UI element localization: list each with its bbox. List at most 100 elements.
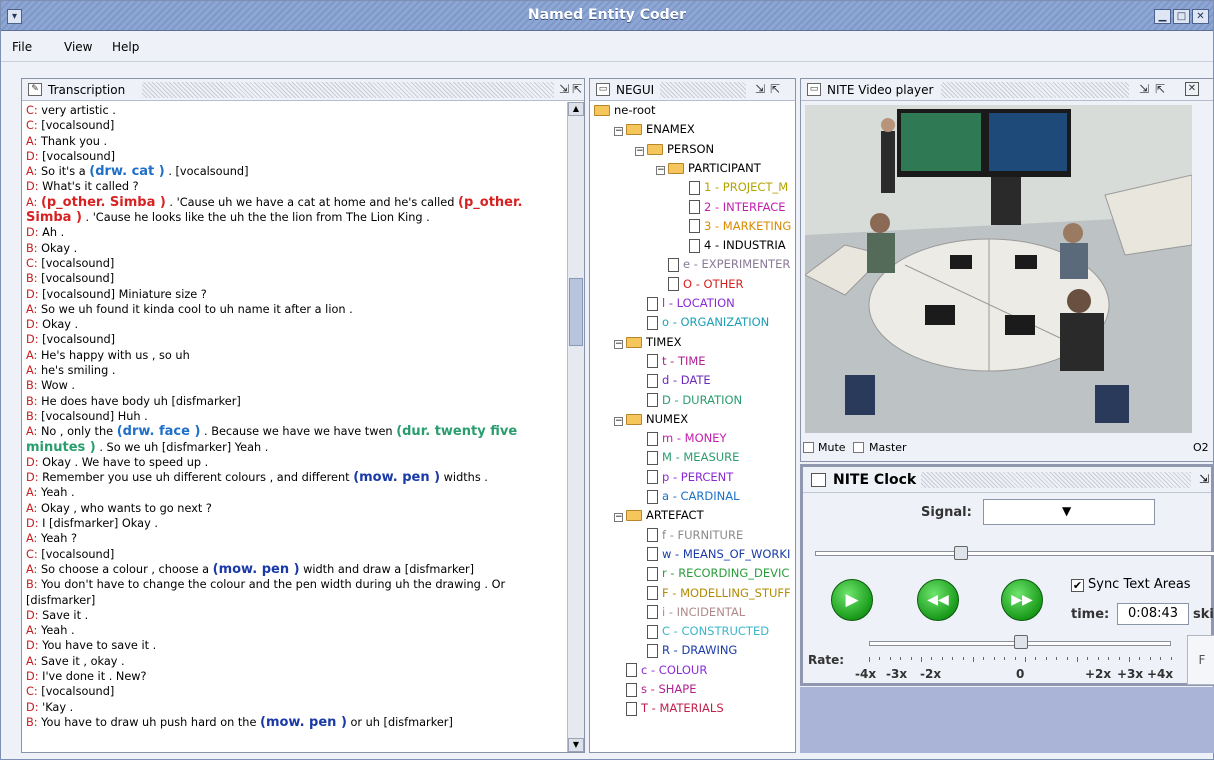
transcript-line[interactable]: D: Okay . We have to speed up . xyxy=(26,455,584,470)
transcript-line[interactable]: A: he's smiling . xyxy=(26,363,584,378)
tree-node[interactable]: r - RECORDING_DEVIC xyxy=(647,566,789,585)
undock-icon[interactable]: ⇲ xyxy=(755,82,765,96)
entity-tag[interactable]: (dur. twenty five xyxy=(396,424,517,439)
tree-node[interactable]: 2 - INTERFACE xyxy=(689,200,786,219)
menu-view[interactable]: View xyxy=(64,40,92,54)
tree-node[interactable]: o - ORGANIZATION xyxy=(647,315,769,334)
scroll-thumb[interactable] xyxy=(569,278,583,346)
entity-tag[interactable]: (drw. face ) xyxy=(117,424,201,439)
tree-node[interactable]: s - SHAPE xyxy=(626,682,696,701)
tree-node[interactable]: 3 - MARKETING xyxy=(689,219,791,238)
transcript-line[interactable]: minutes ) . So we uh [disfmarker] Yeah . xyxy=(26,440,584,455)
maximize-panel-icon[interactable]: ⇱ xyxy=(572,82,582,96)
tree-node[interactable]: w - MEANS_OF_WORKI xyxy=(647,547,790,566)
transcript-line[interactable]: C: [vocalsound] xyxy=(26,547,584,562)
transcript-line[interactable]: A: So choose a colour , choose a (mow. p… xyxy=(26,562,584,577)
tree-node[interactable]: e - EXPERIMENTER xyxy=(668,257,790,276)
transcription-text[interactable]: C: very artistic . C: [vocalsound] A: Than… xyxy=(26,103,584,743)
tree-node[interactable]: a - CARDINAL xyxy=(647,489,740,508)
position-slider-knob[interactable] xyxy=(954,546,968,560)
tree-node[interactable]: ENAMEX xyxy=(626,122,695,141)
transcript-line[interactable]: B: He does have body uh [disfmarker] xyxy=(26,394,584,409)
transcript-line[interactable]: C: [vocalsound] xyxy=(26,118,584,133)
tree-node[interactable]: NUMEX xyxy=(626,412,688,431)
tree-node[interactable]: f - FURNITURE xyxy=(647,528,743,547)
tree-node[interactable]: D - DURATION xyxy=(647,393,742,412)
transcript-line[interactable]: D: I [disfmarker] Okay . xyxy=(26,516,584,531)
tree-node[interactable]: d - DATE xyxy=(647,373,711,392)
transcript-line[interactable]: A: Thank you . xyxy=(26,134,584,149)
transcript-line[interactable]: Simba ) . 'Cause he looks like the uh th… xyxy=(26,210,584,225)
tree-node[interactable]: O - OTHER xyxy=(668,277,744,296)
transcript-line[interactable]: D: [vocalsound] xyxy=(26,332,584,347)
tree-node[interactable]: p - PERCENT xyxy=(647,470,733,489)
tree-node[interactable]: ne-root xyxy=(594,103,656,122)
scroll-up-icon[interactable]: ▲ xyxy=(568,102,584,116)
undock-icon[interactable]: ⇲ xyxy=(559,82,569,96)
tree-node[interactable]: m - MONEY xyxy=(647,431,727,450)
tree-toggle-icon[interactable]: − xyxy=(614,416,623,426)
maximize-panel-icon[interactable]: ⇱ xyxy=(1155,82,1165,96)
transcript-line[interactable]: D: [vocalsound] Miniature size ? xyxy=(26,287,584,302)
transcript-line[interactable]: A: So it's a (drw. cat ) . [vocalsound] xyxy=(26,164,584,179)
tree-node[interactable]: PARTICIPANT xyxy=(668,161,761,180)
tree-node[interactable]: ARTEFACT xyxy=(626,508,704,527)
undock-icon[interactable]: ⇲ xyxy=(1139,82,1149,96)
tree-node[interactable]: T - MATERIALS xyxy=(626,701,724,720)
tree-toggle-icon[interactable]: − xyxy=(614,127,623,137)
sync-checkbox[interactable]: ✔ xyxy=(1071,579,1084,592)
master-checkbox[interactable] xyxy=(853,442,864,453)
title-bar[interactable]: ▾ Named Entity Coder ▁ □ ✕ xyxy=(1,1,1213,31)
transcript-line[interactable]: A: So we uh found it kinda cool to uh na… xyxy=(26,302,584,317)
entity-tag[interactable]: (mow. pen ) xyxy=(260,715,347,730)
tree-node[interactable]: 4 - INDUSTRIA xyxy=(689,238,786,257)
tree-node[interactable]: R - DRAWING xyxy=(647,643,737,662)
transcript-line[interactable]: C: [vocalsound] xyxy=(26,256,584,271)
transcript-line[interactable]: D: Okay . xyxy=(26,317,584,332)
transcript-line[interactable]: B: You have to draw uh push hard on the … xyxy=(26,715,584,730)
video-frame[interactable] xyxy=(805,105,1192,433)
undock-icon[interactable]: ⇲ xyxy=(1199,472,1209,486)
entity-tag[interactable]: (p_other. Simba ) xyxy=(41,195,166,210)
tree-toggle-icon[interactable]: − xyxy=(614,339,623,349)
tree-toggle-icon[interactable]: − xyxy=(614,513,623,523)
play-button[interactable]: ▶ xyxy=(831,579,873,621)
tree-node[interactable]: C - CONSTRUCTED xyxy=(647,624,769,643)
transcript-line[interactable]: C: [vocalsound] xyxy=(26,684,584,699)
tree-node[interactable]: F - MODELLING_STUFF xyxy=(647,586,791,605)
tree-toggle-icon[interactable]: − xyxy=(635,146,644,156)
transcript-line[interactable]: C: very artistic . xyxy=(26,103,584,118)
time-field[interactable]: 0:08:43 xyxy=(1117,603,1189,625)
transcription-scrollbar[interactable]: ▲ ▼ xyxy=(567,102,584,752)
transcript-line[interactable]: A: Yeah ? xyxy=(26,531,584,546)
transcript-line[interactable]: D: Remember you use uh different colours… xyxy=(26,470,584,485)
transcript-line[interactable]: A: (p_other. Simba ) . 'Cause uh we have… xyxy=(26,195,584,210)
signal-dropdown[interactable]: ▼ xyxy=(983,499,1155,525)
entity-tag[interactable]: (drw. cat ) xyxy=(89,164,164,179)
tree-node[interactable]: PERSON xyxy=(647,142,714,161)
scroll-down-icon[interactable]: ▼ xyxy=(568,738,584,752)
transcript-line[interactable]: A: He's happy with us , so uh xyxy=(26,348,584,363)
transcript-line[interactable]: D: Ah . xyxy=(26,225,584,240)
rewind-button[interactable]: ◀◀ xyxy=(917,579,959,621)
transcript-line[interactable]: D: Save it . xyxy=(26,608,584,623)
transcript-line[interactable]: D: 'Kay . xyxy=(26,700,584,715)
transcript-line[interactable]: A: Okay , who wants to go next ? xyxy=(26,501,584,516)
transcript-line[interactable]: A: Yeah . xyxy=(26,485,584,500)
transcript-line[interactable]: [disfmarker] xyxy=(26,593,584,608)
transcript-line[interactable]: D: You have to save it . xyxy=(26,638,584,653)
transcript-line[interactable]: D: [vocalsound] xyxy=(26,149,584,164)
close-icon[interactable]: ✕ xyxy=(1192,9,1209,24)
transcript-line[interactable]: B: Wow . xyxy=(26,378,584,393)
transcript-line[interactable]: B: [vocalsound] Huh . xyxy=(26,409,584,424)
transcript-line[interactable]: D: What's it called ? xyxy=(26,179,584,194)
maximize-icon[interactable]: □ xyxy=(1173,9,1190,24)
maximize-panel-icon[interactable]: ⇱ xyxy=(770,82,780,96)
menu-help[interactable]: Help xyxy=(112,40,139,54)
entity-tag[interactable]: (p_other. xyxy=(458,195,522,210)
clock-extra-button[interactable]: F xyxy=(1187,635,1214,685)
transcript-line[interactable]: A: Yeah . xyxy=(26,623,584,638)
tree-node[interactable]: TIMEX xyxy=(626,335,681,354)
tree-node[interactable]: l - LOCATION xyxy=(647,296,735,315)
tree-node[interactable]: 1 - PROJECT_M xyxy=(689,180,788,199)
